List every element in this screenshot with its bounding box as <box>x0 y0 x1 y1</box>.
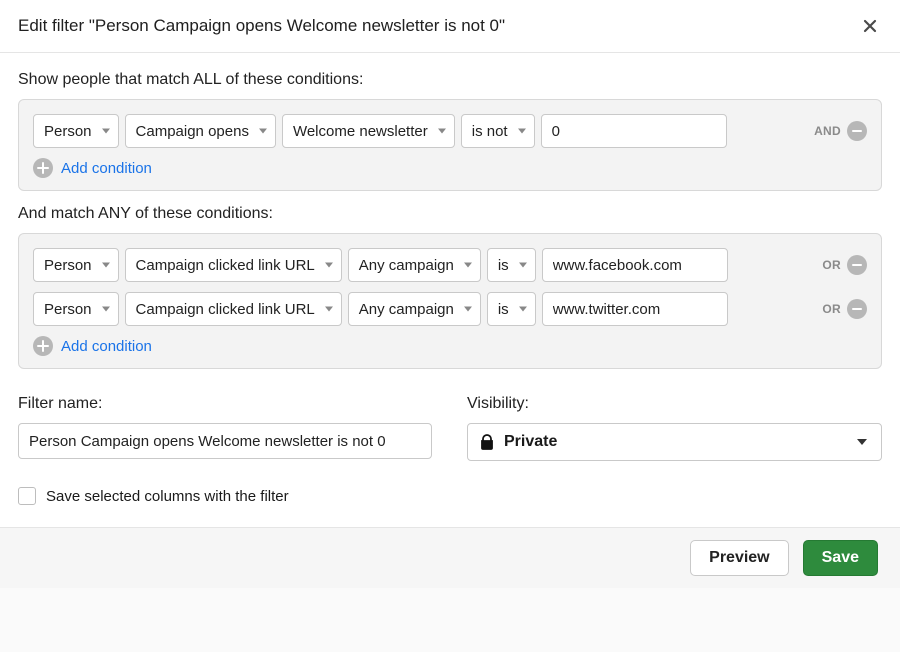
chevron-down-icon <box>518 129 526 134</box>
condition-row: Person Campaign clicked link URL Any cam… <box>33 248 867 282</box>
chevron-down-icon <box>519 263 527 268</box>
add-condition-link: Add condition <box>61 160 152 177</box>
entity-select[interactable]: Person <box>33 248 119 282</box>
plus-icon <box>33 336 53 356</box>
modal-body: Show people that match ALL of these cond… <box>0 53 900 527</box>
close-icon <box>862 18 878 34</box>
chevron-down-icon <box>102 263 110 268</box>
subfield-select[interactable]: Any campaign <box>348 292 481 326</box>
filter-name-col: Filter name: <box>18 395 433 461</box>
subfield-select[interactable]: Any campaign <box>348 248 481 282</box>
modal-title: Edit filter "Person Campaign opens Welco… <box>18 16 505 36</box>
chevron-down-icon <box>519 307 527 312</box>
chevron-down-icon <box>464 263 472 268</box>
filter-name-input[interactable] <box>18 423 432 459</box>
modal-footer: Preview Save <box>0 527 900 588</box>
value-input[interactable] <box>541 114 727 148</box>
save-columns-checkbox[interactable] <box>18 487 36 505</box>
value-input[interactable] <box>542 248 728 282</box>
logic-label: OR <box>822 302 841 316</box>
subfield-select[interactable]: Welcome newsletter <box>282 114 455 148</box>
minus-icon <box>852 308 862 310</box>
remove-condition-button[interactable] <box>847 121 867 141</box>
chevron-down-icon <box>325 307 333 312</box>
add-condition-link: Add condition <box>61 338 152 355</box>
field-select[interactable]: Campaign clicked link URL <box>125 248 342 282</box>
all-conditions-label: Show people that match ALL of these cond… <box>18 71 882 89</box>
any-conditions-label: And match ANY of these conditions: <box>18 205 882 223</box>
row-tail: AND <box>814 121 867 141</box>
filter-name-label: Filter name: <box>18 395 433 413</box>
entity-select[interactable]: Person <box>33 292 119 326</box>
chevron-down-icon <box>102 307 110 312</box>
visibility-select[interactable]: Private <box>467 423 882 461</box>
row-tail: OR <box>822 299 867 319</box>
chevron-down-icon <box>857 439 867 445</box>
entity-select[interactable]: Person <box>33 114 119 148</box>
modal-header: Edit filter "Person Campaign opens Welco… <box>0 0 900 53</box>
meta-row: Filter name: Visibility: Private <box>18 395 882 461</box>
plus-icon <box>33 158 53 178</box>
save-columns-row: Save selected columns with the filter <box>18 487 882 505</box>
visibility-col: Visibility: Private <box>467 395 882 461</box>
save-columns-label: Save selected columns with the filter <box>46 488 289 505</box>
lock-icon <box>480 434 494 450</box>
chevron-down-icon <box>325 263 333 268</box>
condition-row: Person Campaign clicked link URL Any cam… <box>33 292 867 326</box>
operator-select[interactable]: is <box>487 248 536 282</box>
operator-select[interactable]: is <box>487 292 536 326</box>
operator-select[interactable]: is not <box>461 114 535 148</box>
remove-condition-button[interactable] <box>847 299 867 319</box>
row-tail: OR <box>822 255 867 275</box>
value-input[interactable] <box>542 292 728 326</box>
close-button[interactable] <box>858 14 882 38</box>
minus-icon <box>852 130 862 132</box>
condition-row: Person Campaign opens Welcome newsletter… <box>33 114 867 148</box>
minus-icon <box>852 264 862 266</box>
chevron-down-icon <box>464 307 472 312</box>
remove-condition-button[interactable] <box>847 255 867 275</box>
field-select[interactable]: Campaign opens <box>125 114 276 148</box>
chevron-down-icon <box>438 129 446 134</box>
save-button[interactable]: Save <box>803 540 878 576</box>
all-conditions-group: Person Campaign opens Welcome newsletter… <box>18 99 882 191</box>
visibility-label: Visibility: <box>467 395 882 413</box>
any-conditions-group: Person Campaign clicked link URL Any cam… <box>18 233 882 369</box>
preview-button[interactable]: Preview <box>690 540 788 576</box>
field-select[interactable]: Campaign clicked link URL <box>125 292 342 326</box>
add-condition-row[interactable]: Add condition <box>33 336 867 356</box>
chevron-down-icon <box>259 129 267 134</box>
visibility-value: Private <box>504 433 557 451</box>
add-condition-row[interactable]: Add condition <box>33 158 867 178</box>
edit-filter-modal: Edit filter "Person Campaign opens Welco… <box>0 0 900 588</box>
logic-label: OR <box>822 258 841 272</box>
chevron-down-icon <box>102 129 110 134</box>
logic-label: AND <box>814 124 841 138</box>
